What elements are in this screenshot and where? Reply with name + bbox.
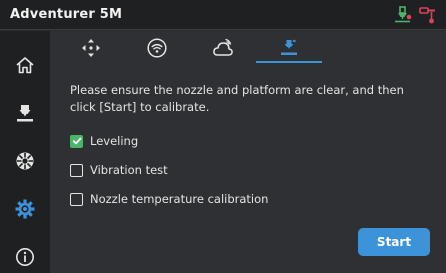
sidebar <box>0 31 50 273</box>
nozzle-temperature-calibration-checkbox[interactable] <box>70 192 83 206</box>
leveling-label: Leveling <box>90 134 139 148</box>
sidebar-item-settings[interactable] <box>0 185 50 233</box>
bed-status-icon[interactable] <box>418 5 440 25</box>
sidebar-item-home[interactable] <box>0 41 50 89</box>
tab-cloud[interactable] <box>190 31 256 65</box>
tab-bar <box>50 31 446 65</box>
tab-wifi[interactable] <box>124 31 190 65</box>
calibration-instruction: Please ensure the nozzle and platform ar… <box>70 83 404 114</box>
nozzle-temperature-calibration-label: Nozzle temperature calibration <box>90 192 269 206</box>
tab-calibration[interactable] <box>256 31 322 65</box>
option-vibration-test[interactable]: Vibration test <box>70 161 168 179</box>
tab-move[interactable] <box>58 31 124 65</box>
home-icon <box>16 57 34 74</box>
gear-icon <box>15 199 35 219</box>
option-nozzle-temperature-calibration[interactable]: Nozzle temperature calibration <box>70 190 268 208</box>
title-bar: Adventurer 5M <box>0 0 446 30</box>
sidebar-item-print[interactable] <box>0 89 50 137</box>
printer-nozzle-icon <box>17 105 33 122</box>
sidebar-item-filament[interactable] <box>0 137 50 185</box>
move-arrows-icon <box>82 39 100 57</box>
sidebar-item-info[interactable] <box>0 233 50 273</box>
cloud-icon <box>213 38 233 56</box>
calibration-icon <box>281 39 297 55</box>
wifi-icon <box>147 38 167 58</box>
printer-screen: Adventurer 5M Please ensure the nozzle a… <box>0 0 446 273</box>
printer-title: Adventurer 5M <box>10 7 123 22</box>
option-leveling[interactable]: Leveling <box>70 132 138 150</box>
vibration-test-checkbox[interactable] <box>70 163 83 177</box>
info-icon <box>16 248 34 266</box>
calibration-panel: Please ensure the nozzle and platform ar… <box>50 31 446 273</box>
filament-spool-icon <box>16 152 34 170</box>
checkmark-icon <box>72 137 81 145</box>
start-button[interactable]: Start <box>358 228 430 256</box>
leveling-checkbox[interactable] <box>70 134 83 148</box>
nozzle-status-icon[interactable] <box>392 5 414 25</box>
vibration-test-label: Vibration test <box>90 163 168 177</box>
